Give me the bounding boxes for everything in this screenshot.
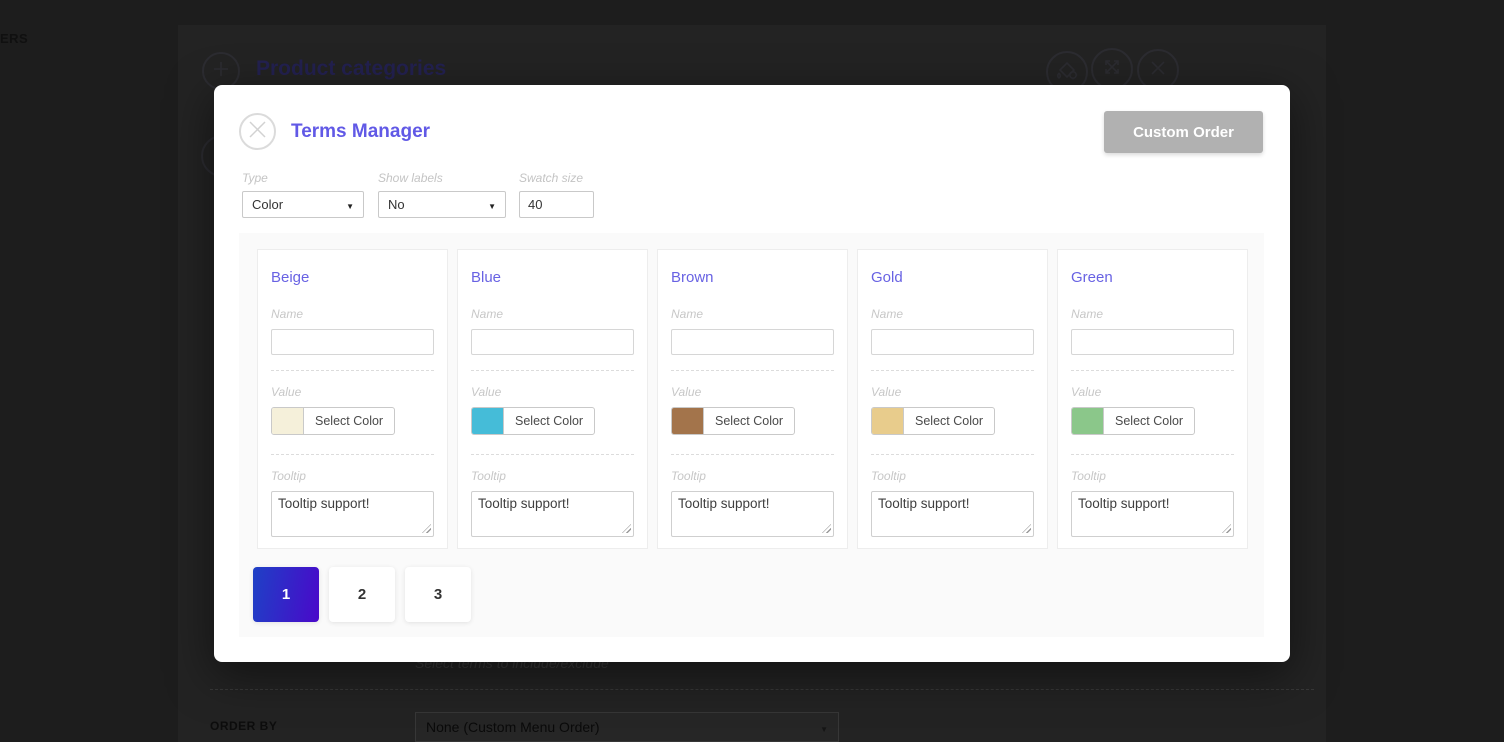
dropdown-arrow-icon <box>346 197 354 212</box>
value-label: Value <box>1071 385 1102 399</box>
show-labels-select-value: No <box>388 197 405 212</box>
divider <box>671 370 834 371</box>
custom-order-button[interactable]: Custom Order <box>1104 111 1263 153</box>
order-by-value: None (Custom Menu Order) <box>426 719 600 735</box>
show-labels-label: Show labels <box>378 171 443 185</box>
close-icon <box>1145 55 1171 86</box>
divider <box>271 370 434 371</box>
tooltip-label: Tooltip <box>871 469 906 483</box>
plus-icon <box>210 58 232 85</box>
term-card-brown: Brown Name Value Select Color Tooltip To… <box>657 249 848 549</box>
divider <box>1071 370 1234 371</box>
name-label: Name <box>871 307 904 321</box>
select-color-button[interactable]: Select Color <box>1071 407 1196 435</box>
divider <box>1071 454 1234 455</box>
tooltip-field: Tooltip support! <box>1071 491 1234 537</box>
terms-list-area: Beige Name Value Select Color Tooltip To… <box>239 233 1264 637</box>
select-color-button[interactable]: Select Color <box>671 407 796 435</box>
name-label: Name <box>271 307 304 321</box>
term-card-gold: Gold Name Value Select Color Tooltip Too… <box>857 249 1048 549</box>
tooltip-field: Tooltip support! <box>471 491 634 537</box>
color-swatch <box>672 408 704 434</box>
page-button-2[interactable]: 2 <box>329 567 395 622</box>
show-labels-select[interactable]: No <box>378 191 506 218</box>
tooltip-input[interactable]: Tooltip support! <box>871 491 1034 537</box>
page-button-1[interactable]: 1 <box>253 567 319 622</box>
type-label: Type <box>242 171 268 185</box>
tooltip-input[interactable]: Tooltip support! <box>271 491 434 537</box>
select-color-button[interactable]: Select Color <box>271 407 396 435</box>
color-swatch <box>1072 408 1104 434</box>
name-input[interactable] <box>1071 329 1234 355</box>
divider <box>471 454 634 455</box>
dropdown-arrow-icon <box>488 197 496 212</box>
select-color-label: Select Color <box>315 414 384 428</box>
select-color-label: Select Color <box>915 414 984 428</box>
paint-settings-icon <box>1054 57 1080 88</box>
select-color-label: Select Color <box>515 414 584 428</box>
modal-close-button[interactable] <box>239 113 276 150</box>
tooltip-input[interactable]: Tooltip support! <box>1071 491 1234 537</box>
tooltip-label: Tooltip <box>271 469 306 483</box>
term-title: Beige <box>271 269 310 286</box>
value-label: Value <box>271 385 302 399</box>
page-title: Product categories <box>256 57 447 80</box>
tooltip-field: Tooltip support! <box>871 491 1034 537</box>
tooltip-field: Tooltip support! <box>271 491 434 537</box>
term-card-blue: Blue Name Value Select Color Tooltip Too… <box>457 249 648 549</box>
term-card-beige: Beige Name Value Select Color Tooltip To… <box>257 249 448 549</box>
value-label: Value <box>471 385 502 399</box>
term-title: Gold <box>871 269 903 286</box>
expand-button[interactable] <box>1091 48 1133 90</box>
tooltip-label: Tooltip <box>471 469 506 483</box>
tooltip-label: Tooltip <box>671 469 706 483</box>
tooltip-input[interactable]: Tooltip support! <box>471 491 634 537</box>
name-input[interactable] <box>471 329 634 355</box>
select-color-label: Select Color <box>715 414 784 428</box>
tooltip-input[interactable]: Tooltip support! <box>671 491 834 537</box>
swatch-size-input[interactable] <box>519 191 594 218</box>
name-label: Name <box>471 307 504 321</box>
divider <box>671 454 834 455</box>
term-title: Green <box>1071 269 1113 286</box>
color-swatch <box>472 408 504 434</box>
sidebar-item-users: ERS <box>0 31 29 46</box>
select-color-button[interactable]: Select Color <box>471 407 596 435</box>
name-input[interactable] <box>671 329 834 355</box>
name-label: Name <box>1071 307 1104 321</box>
dropdown-arrow-icon <box>820 719 828 735</box>
color-swatch <box>872 408 904 434</box>
name-input[interactable] <box>271 329 434 355</box>
type-select[interactable]: Color <box>242 191 364 218</box>
divider <box>210 689 1314 690</box>
name-label: Name <box>671 307 704 321</box>
swatch-size-label: Swatch size <box>519 171 584 185</box>
term-cards-row: Beige Name Value Select Color Tooltip To… <box>257 249 1248 549</box>
value-label: Value <box>871 385 902 399</box>
term-card-green: Green Name Value Select Color Tooltip To… <box>1057 249 1248 549</box>
order-by-select[interactable]: None (Custom Menu Order) <box>415 712 839 742</box>
color-swatch <box>272 408 304 434</box>
value-label: Value <box>671 385 702 399</box>
divider <box>871 370 1034 371</box>
pagination: 1 2 3 <box>253 567 471 622</box>
term-title: Blue <box>471 269 502 286</box>
select-color-button[interactable]: Select Color <box>871 407 996 435</box>
type-select-value: Color <box>252 197 284 212</box>
name-input[interactable] <box>871 329 1034 355</box>
divider <box>871 454 1034 455</box>
tooltip-field: Tooltip support! <box>671 491 834 537</box>
divider <box>471 370 634 371</box>
terms-manager-modal: Terms Manager Custom Order Type Show lab… <box>214 85 1290 662</box>
page-button-3[interactable]: 3 <box>405 567 471 622</box>
term-title: Brown <box>671 269 714 286</box>
expand-icon <box>1099 54 1125 85</box>
order-by-label: ORDER BY <box>210 719 278 733</box>
divider <box>271 454 434 455</box>
tooltip-label: Tooltip <box>1071 469 1106 483</box>
select-color-label: Select Color <box>1115 414 1184 428</box>
modal-title: Terms Manager <box>291 121 431 142</box>
close-icon <box>241 113 274 151</box>
